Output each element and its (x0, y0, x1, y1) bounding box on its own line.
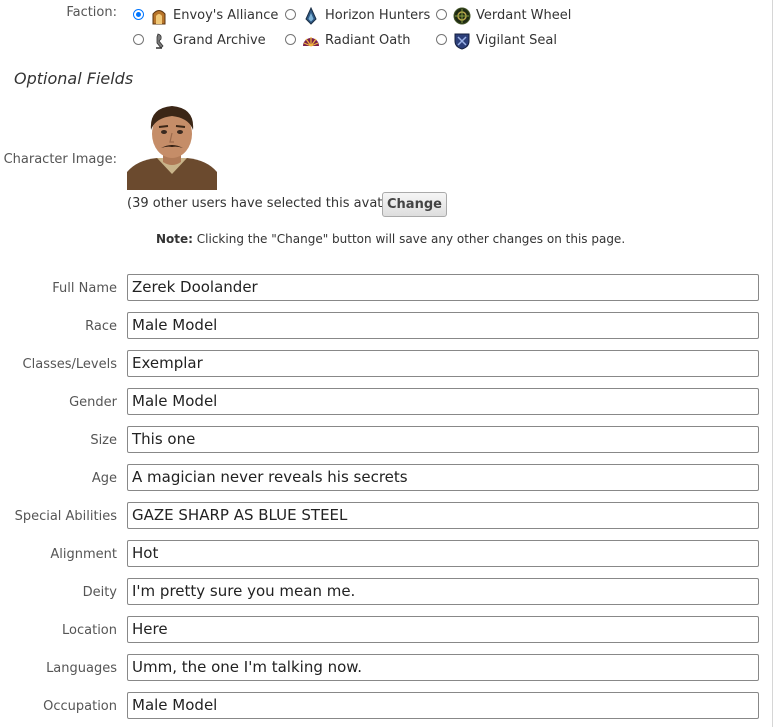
grand-archive-icon (156, 33, 164, 49)
horizon-hunters-icon (305, 7, 317, 25)
race-input[interactable]: Male Model (127, 312, 759, 339)
note-text: Clicking the "Change" button will save a… (192, 232, 626, 246)
note-label: Note: (156, 232, 193, 246)
alignment-label: Alignment (50, 547, 117, 562)
change-note: Note: Clicking the "Change" button will … (156, 232, 625, 246)
radio-radiant-oath[interactable] (285, 34, 296, 45)
location-input[interactable]: Here (127, 616, 759, 643)
occupation-input[interactable]: Male Model (127, 692, 759, 719)
gender-label: Gender (69, 395, 117, 410)
radio-verdant-wheel[interactable] (436, 9, 447, 20)
radio-grand-archive[interactable] (133, 34, 144, 45)
radio-envoys-alliance[interactable] (133, 9, 144, 20)
page-edge-divider (772, 0, 773, 727)
faction-name-verdant-wheel: Verdant Wheel (476, 8, 572, 23)
faction-name-vigilant-seal: Vigilant Seal (476, 33, 557, 48)
classes-levels-input[interactable]: Exemplar (127, 350, 759, 377)
radio-vigilant-seal[interactable] (436, 34, 447, 45)
faction-label: Faction: (66, 5, 117, 20)
character-image-label: Character Image: (3, 152, 117, 167)
age-input[interactable]: A magician never reveals his secrets (127, 464, 759, 491)
radiant-oath-icon (303, 37, 319, 47)
faction-name-grand-archive: Grand Archive (173, 33, 266, 48)
verdant-wheel-icon (453, 7, 471, 25)
age-label: Age (91, 471, 117, 486)
avatar-selection-count: (39 other users have selected this avata… (127, 196, 404, 211)
full-name-label: Full Name (52, 281, 117, 296)
envoys-alliance-icon (152, 10, 166, 25)
size-label: Size (90, 433, 117, 448)
alignment-input[interactable]: Hot (127, 540, 759, 567)
faction-name-envoys-alliance: Envoy's Alliance (173, 8, 279, 23)
optional-fields-heading: Optional Fields (14, 69, 134, 88)
size-input[interactable]: This one (127, 426, 759, 453)
change-avatar-button[interactable]: Change (382, 192, 447, 217)
vigilant-seal-icon (454, 33, 470, 50)
full-name-input[interactable]: Zerek Doolander (127, 274, 759, 301)
occupation-label: Occupation (43, 699, 117, 714)
faction-name-radiant-oath: Radiant Oath (325, 33, 411, 48)
race-label: Race (85, 319, 117, 334)
gender-input[interactable]: Male Model (127, 388, 759, 415)
radio-horizon-hunters[interactable] (285, 9, 296, 20)
languages-label: Languages (46, 661, 117, 676)
faction-name-horizon-hunters: Horizon Hunters (325, 8, 431, 23)
deity-input[interactable]: I'm pretty sure you mean me. (127, 578, 759, 605)
special-abilities-input[interactable]: GAZE SHARP AS BLUE STEEL (127, 502, 759, 529)
special-abilities-label: Special Abilities (14, 509, 117, 524)
languages-input[interactable]: Umm, the one I'm talking now. (127, 654, 759, 681)
classes-levels-label: Classes/Levels (22, 357, 117, 372)
location-label: Location (62, 623, 117, 638)
deity-label: Deity (82, 585, 117, 600)
character-avatar-image (127, 100, 217, 190)
